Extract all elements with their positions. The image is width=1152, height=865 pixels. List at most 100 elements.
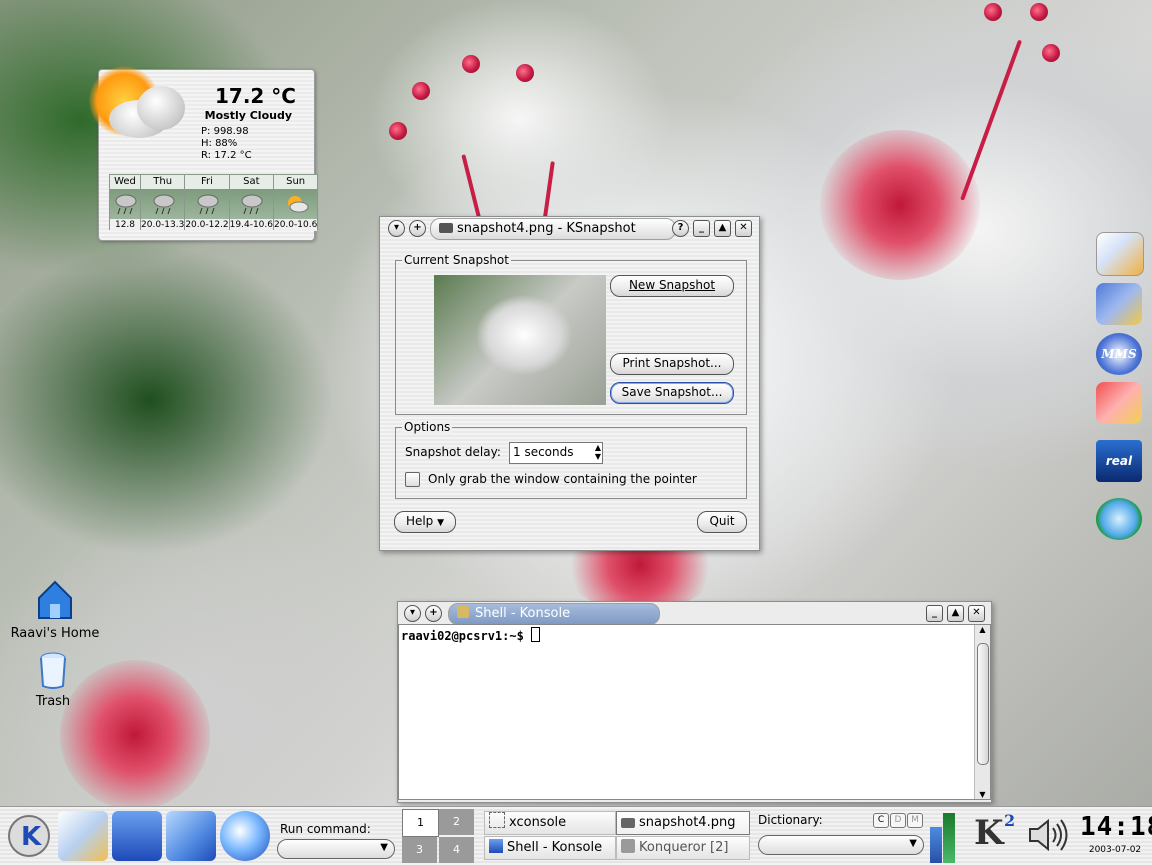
volume-icon[interactable]	[1026, 815, 1070, 855]
minimize-button[interactable]: _	[926, 605, 943, 622]
system-monitor-icon[interactable]	[930, 813, 956, 863]
window-menu-button[interactable]: ▾	[404, 605, 421, 622]
only-window-label[interactable]: Only grab the window containing the poin…	[428, 472, 697, 486]
weather-forecast: Wed 12.8 Thu 20.0-13.3 Fri 20.0-12.2 Sat…	[109, 174, 319, 231]
chevron-down-icon[interactable]: ▼	[909, 838, 917, 849]
scroll-down-icon[interactable]: ▼	[975, 790, 990, 799]
kate-editor-icon[interactable]	[58, 811, 108, 861]
help-icon[interactable]: ?	[672, 220, 689, 237]
k2-logo-sup: 2	[1004, 811, 1016, 830]
snapshot-delay-spinbox[interactable]: 1 seconds ▲ ▼	[509, 442, 603, 464]
print-snapshot-button[interactable]: Print Snapshot...	[610, 353, 734, 375]
forecast-temps: 20.0-12.2	[185, 219, 229, 231]
minimize-button[interactable]: _	[693, 220, 710, 237]
forecast-day-name: Fri	[185, 175, 229, 189]
dict-button-d[interactable]: D	[890, 813, 906, 828]
forecast-day: Wed 12.8	[109, 174, 141, 231]
mail-icon[interactable]	[1096, 232, 1144, 276]
pager-desktop-4[interactable]: 4	[439, 837, 474, 863]
quit-button[interactable]: Quit	[697, 511, 747, 533]
task-label: Konqueror [2]	[639, 840, 729, 855]
konsole-title-tab: Shell - Konsole	[448, 603, 660, 625]
konsole-titlebar[interactable]: ▾ + Shell - Konsole _ ▲ ✕	[398, 602, 991, 625]
trash-label: Trash	[35, 694, 71, 709]
pager-desktop-3[interactable]: 3	[402, 837, 437, 863]
konsole-title: Shell - Konsole	[475, 606, 571, 621]
play-icon[interactable]	[1096, 498, 1142, 540]
pager-desktop-2[interactable]: 2	[439, 809, 474, 835]
konsole-icon	[489, 839, 503, 853]
dict-button-m[interactable]: M	[907, 813, 923, 828]
window-menu-button[interactable]: ▾	[388, 220, 405, 237]
maximize-button[interactable]: ▲	[714, 220, 731, 237]
forecast-day-name: Thu	[141, 175, 185, 189]
window-title: snapshot4.png - KSnapshot	[457, 221, 636, 236]
dict-button-c[interactable]: C	[873, 813, 889, 828]
clock[interactable]: 14:18 2003-07-02	[1080, 809, 1152, 863]
terminal-prompt: raavi02@pcsrv1:~$	[401, 629, 532, 643]
chevron-down-icon[interactable]: ▼	[380, 842, 388, 853]
notes-icon[interactable]	[1096, 382, 1142, 424]
pager-desktop-1[interactable]: 1	[402, 809, 439, 837]
forecast-day-name: Sun	[273, 175, 318, 189]
trash-icon	[40, 652, 66, 689]
help-button[interactable]: Help ▼	[394, 511, 456, 533]
spin-up-icon[interactable]: ▲	[595, 443, 601, 452]
camera-icon	[621, 818, 635, 828]
forecast-temps: 12.8	[110, 219, 140, 231]
terminal-scrollbar[interactable]: ▲ ▼	[974, 625, 990, 799]
editor-icon[interactable]	[1096, 283, 1142, 325]
k-menu-icon[interactable]: K	[4, 811, 54, 861]
task-konqueror[interactable]: Konqueror [2]	[616, 836, 750, 860]
sticky-button[interactable]: +	[409, 220, 426, 237]
task-shell-konsole[interactable]: Shell - Konsole	[484, 836, 616, 860]
weather-realfeel: R: 17.2 °C	[201, 150, 252, 161]
close-button[interactable]: ✕	[735, 220, 752, 237]
folder-icon[interactable]	[166, 811, 216, 861]
forecast-day-name: Wed	[110, 175, 140, 189]
weather-temperature: 17.2 °C	[215, 84, 296, 108]
home-desktop-icon[interactable]: Raavi's Home	[8, 578, 102, 641]
forecast-temps: 20.0-13.3	[141, 219, 185, 231]
konqueror-globe-icon[interactable]	[220, 811, 270, 861]
real-player-icon[interactable]: real	[1096, 440, 1142, 482]
desktop-pager: 1 2 3 4	[402, 809, 474, 863]
maximize-button[interactable]: ▲	[947, 605, 964, 622]
new-snapshot-button[interactable]: New Snapshot	[610, 275, 734, 297]
spin-down-icon[interactable]: ▼	[595, 452, 601, 461]
dictionary-combobox[interactable]: ▼	[758, 835, 924, 855]
ksnapshot-window: ▾ + snapshot4.png - KSnapshot ? _ ▲ ✕ Cu…	[379, 216, 760, 551]
terminal-area[interactable]: raavi02@pcsrv1:~$ ▲ ▼	[398, 624, 991, 800]
close-button[interactable]: ✕	[968, 605, 985, 622]
chevron-down-icon: ▼	[437, 518, 445, 528]
k2-logo-letter: K	[974, 813, 1004, 853]
weather-condition: Mostly Cloudy	[204, 109, 292, 122]
task-xconsole[interactable]: xconsole	[484, 811, 616, 835]
trash-desktop-icon[interactable]: Trash	[23, 650, 83, 709]
sticky-button[interactable]: +	[425, 605, 442, 622]
terminal-text: raavi02@pcsrv1:~$	[399, 625, 990, 645]
task-label: snapshot4.png	[639, 815, 736, 830]
svg-text:K: K	[21, 822, 42, 852]
scrollbar-thumb[interactable]	[977, 643, 989, 765]
window-title-tab: snapshot4.png - KSnapshot	[430, 218, 676, 240]
ksnapshot-titlebar[interactable]: ▾ + snapshot4.png - KSnapshot ? _ ▲ ✕	[380, 217, 759, 240]
desktop-icon[interactable]	[112, 811, 162, 861]
scroll-up-icon[interactable]: ▲	[975, 625, 990, 634]
konqueror-icon	[621, 839, 635, 853]
only-window-checkbox[interactable]	[405, 472, 420, 487]
rain-icon	[141, 189, 185, 219]
forecast-temps: 19.4-10.6	[229, 219, 273, 231]
help-button-label: Help	[405, 514, 434, 528]
options-group: Options Snapshot delay: 1 seconds ▲ ▼ On…	[395, 420, 747, 499]
home-label: Raavi's Home	[10, 626, 100, 641]
run-command-combobox[interactable]: ▼	[277, 839, 395, 859]
snapshot-delay-label: Snapshot delay:	[405, 445, 501, 459]
task-snapshot[interactable]: snapshot4.png	[616, 811, 750, 835]
save-snapshot-button[interactable]: Save Snapshot...	[610, 382, 734, 404]
run-command-label: Run command:	[280, 822, 371, 836]
task-label: Shell - Konsole	[507, 840, 603, 855]
mms-icon[interactable]: MMS	[1096, 333, 1142, 375]
terminal-cursor	[531, 627, 541, 642]
weather-widget: 17.2 °C Mostly Cloudy P: 998.98 H: 88% R…	[89, 66, 319, 241]
